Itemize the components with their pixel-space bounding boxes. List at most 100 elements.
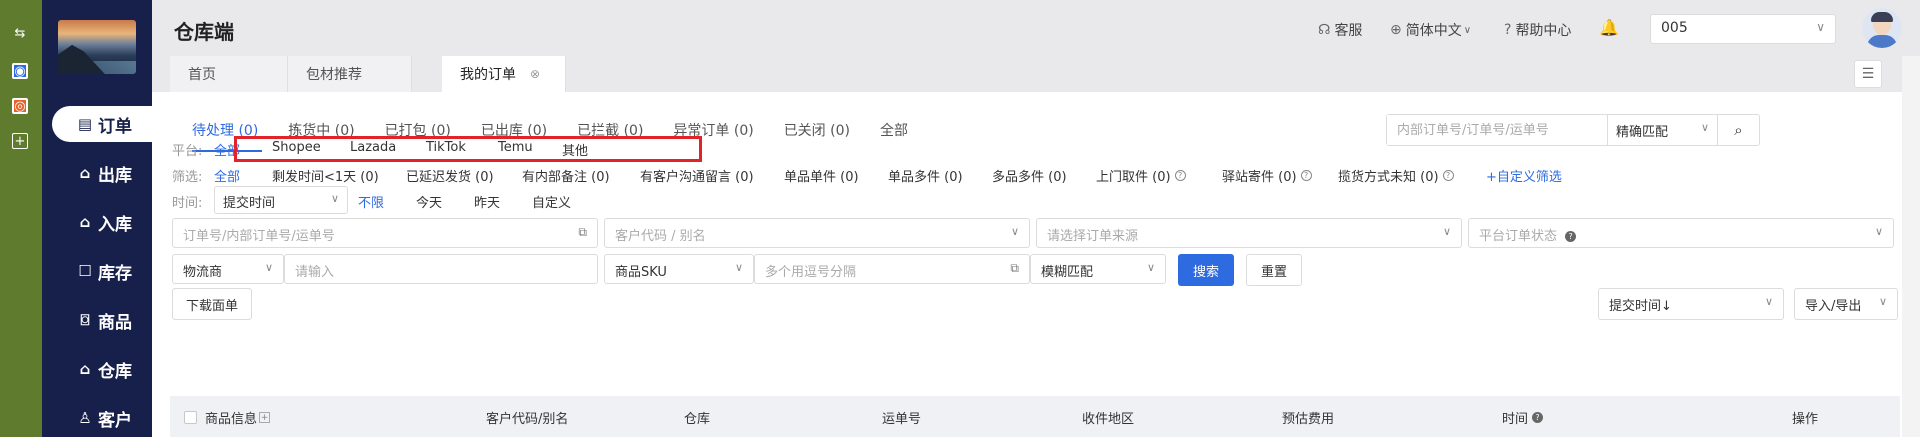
chevron-down-icon: ∨ — [1874, 225, 1883, 238]
custom-filter-link[interactable]: +自定义筛选 — [1486, 166, 1562, 185]
fuzzy-match-select[interactable]: 模糊匹配 ∨ — [1030, 254, 1166, 284]
outbound-icon: ⌂ — [79, 164, 91, 182]
col-time: 时间 ? — [1502, 408, 1544, 427]
screen-option[interactable]: 有内部备注 (0) — [522, 166, 610, 185]
page-tabs: 首页 包材推荐 我的订单 ⊗ ☰ — [152, 56, 1920, 92]
search-input[interactable] — [1387, 115, 1607, 145]
screen-option[interactable]: 单品单件 (0) — [784, 166, 859, 185]
time-yesterday[interactable]: 昨天 — [474, 192, 500, 211]
page-scrollbar[interactable] — [1902, 56, 1920, 437]
paste-icon[interactable]: ⧉ — [1010, 261, 1019, 276]
sidebar-item-customer[interactable]: ♙ 客户 — [52, 400, 152, 436]
store-select[interactable]: 005 ∨ — [1650, 14, 1836, 44]
match-mode-select[interactable]: 精确匹配 ∨ — [1607, 115, 1717, 145]
screen-option[interactable]: 有客户沟通留言 (0) — [640, 166, 754, 185]
status-tab-all[interactable]: 全部 — [880, 120, 908, 140]
language-label: 简体中文 — [1405, 23, 1462, 39]
time-type-select[interactable]: 提交时间 ∨ — [214, 186, 348, 214]
screen-option-unknown[interactable]: 揽货方式未知 (0) ? — [1338, 166, 1454, 185]
service-link[interactable]: ☊ 客服 — [1318, 20, 1362, 40]
close-icon[interactable]: ⊗ — [530, 67, 540, 81]
screen-option-label: 上门取件 (0) — [1096, 170, 1171, 185]
chevron-down-icon: ∨ — [1816, 20, 1825, 34]
carrier-input[interactable]: 请输入 — [284, 254, 598, 284]
customer-select[interactable]: 客户代码 / 别名 ∨ — [604, 218, 1030, 248]
col-label: 商品信息 — [205, 412, 258, 427]
status-tab-closed[interactable]: 已关闭 (0) — [784, 120, 850, 140]
order-icon: ▤ — [77, 115, 93, 133]
app-ext-icon[interactable]: ◎ — [12, 98, 28, 114]
reset-button[interactable]: 重置 — [1246, 254, 1302, 286]
screen-all[interactable]: 全部 — [214, 166, 240, 185]
paste-icon[interactable]: ⧉ — [578, 225, 587, 240]
screen-option-station[interactable]: 驿站寄件 (0) ? — [1222, 166, 1312, 185]
screen-option[interactable]: 单品多件 (0) — [888, 166, 963, 185]
chevron-down-icon: ∨ — [330, 192, 339, 205]
sidebar-item-product[interactable]: ⌼ 商品 — [52, 302, 152, 338]
screen-option[interactable]: 已延迟发货 (0) — [406, 166, 494, 185]
col-actions: 操作 — [1792, 412, 1819, 427]
download-label-button[interactable]: 下载面单 — [172, 288, 252, 320]
chevron-down-icon: ∨ — [1878, 295, 1887, 308]
sku-type-value: 商品SKU — [615, 265, 667, 280]
platform-status-select[interactable]: 平台订单状态 ? ∨ — [1468, 218, 1894, 248]
avatar[interactable] — [1862, 8, 1902, 48]
sidebar-item-outbound[interactable]: ⌂ 出库 — [52, 155, 152, 191]
tab-my-orders[interactable]: 我的订单 ⊗ — [442, 56, 566, 92]
import-export-button[interactable]: 导入/导出 ∨ — [1794, 288, 1898, 320]
sku-type-select[interactable]: 商品SKU ∨ — [604, 254, 754, 284]
chevron-down-icon: ∨ — [264, 261, 273, 274]
search-button[interactable]: 搜索 — [1178, 254, 1234, 286]
sidebar-item-label: 客户 — [98, 410, 132, 431]
screen-option[interactable]: 多品多件 (0) — [992, 166, 1067, 185]
tab-packaging[interactable]: 包材推荐 — [288, 56, 412, 92]
order-source-select[interactable]: 请选择订单来源 ∨ — [1036, 218, 1462, 248]
sku-input-placeholder: 多个用逗号分隔 — [765, 265, 857, 280]
col-estimated-cost: 预估费用 — [1282, 412, 1335, 427]
swap-icon[interactable]: ⇆ — [12, 25, 28, 41]
screen-label: 筛选: — [172, 170, 203, 185]
headset-icon: ☊ — [1318, 22, 1331, 38]
col-tracking-no: 运单号 — [882, 412, 922, 427]
sidebar-item-label: 库存 — [98, 263, 132, 284]
time-today[interactable]: 今天 — [416, 192, 442, 211]
store-select-value: 005 — [1661, 20, 1688, 36]
screen-option-pickup[interactable]: 上门取件 (0) ? — [1096, 166, 1186, 185]
chevron-down-icon: ∨ — [1764, 295, 1773, 308]
screen-option[interactable]: 剩发时间<1天 (0) — [272, 166, 379, 185]
search-icon[interactable]: ⌕ — [1717, 115, 1759, 145]
select-all-checkbox[interactable] — [184, 411, 197, 424]
globe-icon: ⊕ — [1390, 22, 1402, 38]
tab-menu-icon[interactable]: ☰ — [1854, 60, 1882, 88]
order-no-input[interactable]: 订单号/内部订单号/运单号 ⧉ — [172, 218, 598, 248]
time-label: 时间: — [172, 196, 203, 211]
tab-home[interactable]: 首页 — [170, 56, 288, 92]
add-icon[interactable]: + — [12, 133, 28, 149]
expand-icon[interactable]: + — [259, 412, 271, 423]
sku-input[interactable]: 多个用逗号分隔 ⧉ — [754, 254, 1030, 284]
time-type-value: 提交时间 — [223, 196, 276, 211]
time-unlimited[interactable]: 不限 — [358, 192, 384, 211]
help-center-link[interactable]: ? 帮助中心 — [1504, 20, 1571, 40]
col-recipient-region: 收件地区 — [1082, 412, 1135, 427]
customer-icon: ♙ — [78, 409, 92, 427]
browser-ext-icon[interactable]: ◉ — [12, 63, 28, 79]
sidebar-item-order[interactable]: ▤ 订单 — [52, 106, 152, 142]
import-export-label: 导入/导出 — [1805, 299, 1862, 314]
fuzzy-match-value: 模糊匹配 — [1041, 265, 1094, 280]
tab-label: 包材推荐 — [306, 67, 362, 83]
sort-select[interactable]: 提交时间↓ ∨ — [1598, 288, 1784, 320]
inbound-icon: ⌂ — [79, 213, 91, 231]
sidebar-item-label: 入库 — [98, 214, 132, 235]
language-select[interactable]: ⊕ 简体中文 ∨ — [1390, 20, 1475, 40]
time-custom[interactable]: 自定义 — [532, 192, 571, 211]
carrier-select[interactable]: 物流商 ∨ — [172, 254, 284, 284]
help-icon: ? — [1442, 170, 1454, 181]
service-label: 客服 — [1334, 23, 1363, 39]
carrier-input-placeholder: 请输入 — [295, 265, 335, 280]
tab-label: 我的订单 — [460, 67, 516, 83]
sidebar-item-warehouse[interactable]: ⌂ 仓库 — [52, 351, 152, 387]
bell-icon[interactable]: 🔔 — [1599, 18, 1619, 37]
sidebar-item-inbound[interactable]: ⌂ 入库 — [52, 204, 152, 240]
sidebar-item-inventory[interactable]: ☐ 库存 — [52, 253, 152, 289]
